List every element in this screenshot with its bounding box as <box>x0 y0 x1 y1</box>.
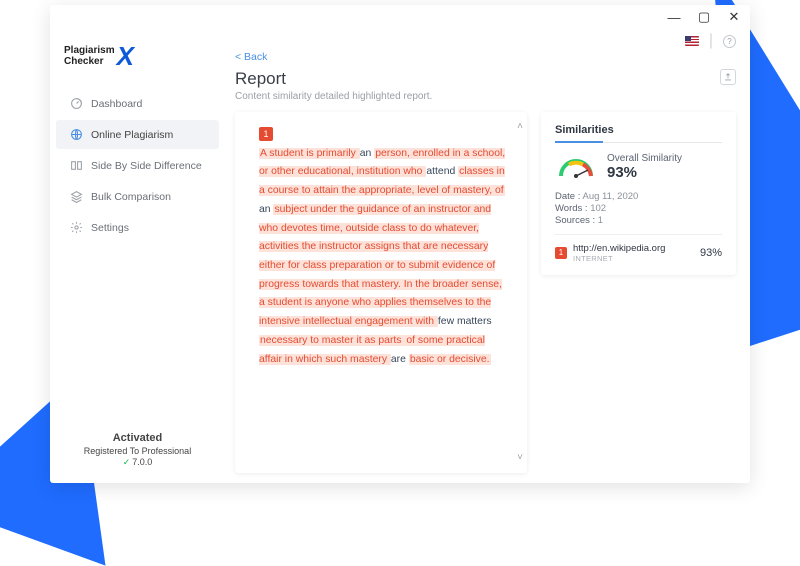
meta-sources: Sources : 1 <box>555 215 722 226</box>
logo-x-icon: X <box>117 41 134 72</box>
logo-text-line1: Plagiarism <box>64 46 115 57</box>
similarity-gauge-icon <box>555 155 597 179</box>
activation-subtitle: Registered To Professional <box>50 446 225 458</box>
plain-text: few matters <box>438 316 492 327</box>
main-content: | ? < Back Report Content similarity det… <box>225 29 750 483</box>
sidebar-item-dashboard[interactable]: Dashboard <box>56 89 219 118</box>
sidebar-item-online-plagiarism[interactable]: Online Plagiarism <box>56 120 219 149</box>
globe-icon <box>70 128 83 141</box>
page-title: Report <box>235 69 432 89</box>
sidebar-item-bulk[interactable]: Bulk Comparison <box>56 182 219 211</box>
source-type: INTERNET <box>573 254 694 263</box>
plain-text: an <box>360 148 374 159</box>
meta-words: Words : 102 <box>555 203 722 214</box>
overall-similarity-label: Overall Similarity <box>607 153 682 164</box>
similarities-panel: Similarities Overall Similarity 93% Date… <box>541 112 736 275</box>
sidebar-item-label: Side By Side Difference <box>91 160 202 172</box>
title-bar: — ▢ ✕ <box>50 5 750 29</box>
activation-version: 7.0.0 <box>50 457 225 469</box>
plain-text: are <box>391 354 409 365</box>
activation-title: Activated <box>50 431 225 445</box>
source-percent: 93% <box>700 247 722 259</box>
gauge-icon <box>70 97 83 110</box>
scroll-up-icon[interactable]: ˄ <box>517 118 523 136</box>
sidebar-item-side-by-side[interactable]: Side By Side Difference <box>56 151 219 180</box>
sidebar-item-label: Dashboard <box>91 98 142 110</box>
source-row[interactable]: 1 http://en.wikipedia.org INTERNET 93% <box>555 234 722 263</box>
highlighted-text: subject under the guidance of an instruc… <box>259 204 502 327</box>
overall-similarity-value: 93% <box>607 164 682 181</box>
plain-text: an <box>259 204 273 215</box>
scroll-down-icon[interactable]: ˅ <box>517 449 523 467</box>
nav: Dashboard Online Plagiarism Side By Side… <box>50 88 225 243</box>
compare-icon <box>70 159 83 172</box>
logo-text-line2: Checker <box>64 57 115 68</box>
report-text-panel: ˄ 1 A student is primarily an person, en… <box>235 112 527 473</box>
highlighted-text: A student is primarily <box>259 148 360 159</box>
export-button[interactable] <box>720 69 736 85</box>
language-flag-icon[interactable] <box>685 36 699 46</box>
minimize-button[interactable]: — <box>666 10 682 25</box>
app-window: — ▢ ✕ Plagiarism Checker X Dashboard Onl… <box>50 5 750 483</box>
sidebar-item-label: Bulk Comparison <box>91 191 171 203</box>
plain-text: attend <box>426 166 458 177</box>
layers-icon <box>70 190 83 203</box>
page-subtitle: Content similarity detailed highlighted … <box>235 91 432 102</box>
match-badge: 1 <box>259 127 273 141</box>
similarities-title: Similarities <box>555 124 722 143</box>
report-body: A student is primarily an person, enroll… <box>259 145 507 370</box>
sidebar-item-label: Online Plagiarism <box>91 129 173 141</box>
highlighted-text: basic or decisive. <box>409 354 491 365</box>
activation-status: Activated Registered To Professional 7.0… <box>50 431 225 473</box>
back-link[interactable]: < Back <box>235 51 736 63</box>
help-icon[interactable]: ? <box>723 35 736 48</box>
sidebar: Plagiarism Checker X Dashboard Online Pl… <box>50 29 225 483</box>
close-button[interactable]: ✕ <box>726 9 742 25</box>
app-logo: Plagiarism Checker X <box>50 33 225 88</box>
gear-icon <box>70 221 83 234</box>
sidebar-item-settings[interactable]: Settings <box>56 213 219 242</box>
maximize-button[interactable]: ▢ <box>696 9 712 25</box>
source-url: http://en.wikipedia.org <box>573 243 694 254</box>
sidebar-item-label: Settings <box>91 222 129 234</box>
highlighted-text: necessary to master it as parts <box>259 335 405 346</box>
source-badge: 1 <box>555 247 567 259</box>
